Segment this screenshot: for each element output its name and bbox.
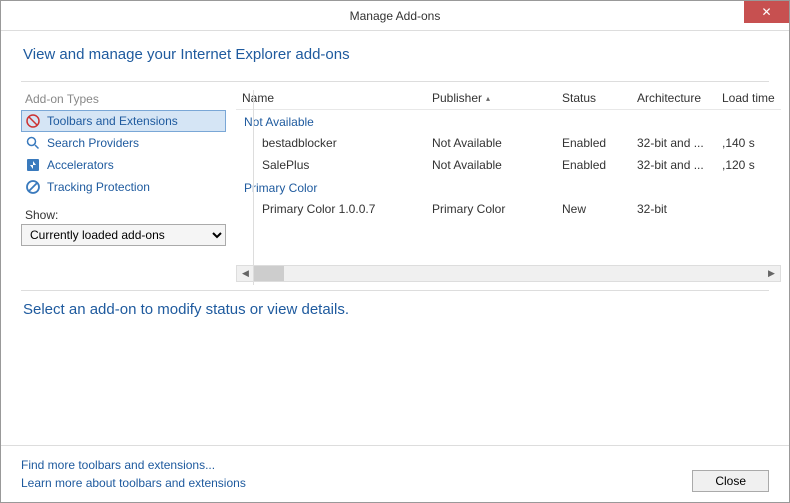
cell-architecture: 32-bit and ... bbox=[631, 134, 716, 152]
cell-architecture: 32-bit and ... bbox=[631, 156, 716, 174]
sidebar-item-label: Tracking Protection bbox=[47, 180, 150, 194]
sidebar-item-label: Accelerators bbox=[47, 158, 114, 172]
table-row[interactable]: bestadblocker Not Available Enabled 32-b… bbox=[236, 132, 781, 154]
sort-ascending-icon: ▴ bbox=[486, 94, 490, 103]
header: View and manage your Internet Explorer a… bbox=[1, 31, 789, 73]
cell-load-time bbox=[716, 200, 781, 218]
close-button[interactable]: Close bbox=[692, 470, 769, 492]
table-header: Name Publisher▴ Status Architecture Load… bbox=[236, 87, 781, 110]
sidebar-item-accelerators[interactable]: Accelerators bbox=[21, 154, 226, 176]
main-panel: Name Publisher▴ Status Architecture Load… bbox=[226, 82, 781, 282]
scroll-thumb[interactable] bbox=[254, 266, 284, 281]
column-publisher[interactable]: Publisher▴ bbox=[426, 87, 556, 109]
sidebar-item-label: Search Providers bbox=[47, 136, 139, 150]
group-header[interactable]: Primary Color bbox=[236, 176, 781, 198]
cell-load-time: ,140 s bbox=[716, 134, 781, 152]
accelerators-icon bbox=[25, 157, 41, 173]
vertical-divider bbox=[253, 90, 254, 285]
show-dropdown[interactable]: Currently loaded add-ons bbox=[21, 224, 226, 246]
table-row[interactable]: SalePlus Not Available Enabled 32-bit an… bbox=[236, 154, 781, 176]
column-status[interactable]: Status bbox=[556, 87, 631, 109]
cell-publisher: Not Available bbox=[426, 134, 556, 152]
toolbars-icon bbox=[25, 113, 41, 129]
show-label: Show: bbox=[21, 198, 226, 224]
column-load-time[interactable]: Load time bbox=[716, 87, 781, 109]
cell-status: Enabled bbox=[556, 156, 631, 174]
cell-status: New bbox=[556, 200, 631, 218]
close-icon: ✕ bbox=[761, 5, 771, 19]
addon-table: Name Publisher▴ Status Architecture Load… bbox=[236, 87, 781, 261]
sidebar-item-tracking-protection[interactable]: Tracking Protection bbox=[21, 176, 226, 198]
footer: Find more toolbars and extensions... Lea… bbox=[1, 445, 789, 502]
scroll-right-button[interactable]: ▶ bbox=[763, 266, 780, 281]
scroll-left-button[interactable]: ◀ bbox=[237, 266, 254, 281]
table-row[interactable]: Primary Color 1.0.0.7 Primary Color New … bbox=[236, 198, 781, 220]
horizontal-scrollbar[interactable]: ◀ ▶ bbox=[236, 265, 781, 282]
learn-more-link[interactable]: Learn more about toolbars and extensions bbox=[21, 474, 246, 492]
sidebar-item-label: Toolbars and Extensions bbox=[47, 114, 178, 128]
details-prompt: Select an add-on to modify status or vie… bbox=[1, 291, 789, 328]
column-architecture[interactable]: Architecture bbox=[631, 87, 716, 109]
sidebar-heading: Add-on Types bbox=[21, 90, 226, 110]
cell-name: SalePlus bbox=[236, 156, 426, 174]
footer-links: Find more toolbars and extensions... Lea… bbox=[21, 456, 246, 492]
cell-name: bestadblocker bbox=[236, 134, 426, 152]
cell-load-time: ,120 s bbox=[716, 156, 781, 174]
titlebar: Manage Add-ons ✕ bbox=[1, 1, 789, 31]
tracking-protection-icon bbox=[25, 179, 41, 195]
find-more-link[interactable]: Find more toolbars and extensions... bbox=[21, 456, 246, 474]
group-header[interactable]: Not Available bbox=[236, 110, 781, 132]
cell-architecture: 32-bit bbox=[631, 200, 716, 218]
cell-status: Enabled bbox=[556, 134, 631, 152]
sidebar-item-search-providers[interactable]: Search Providers bbox=[21, 132, 226, 154]
scroll-track[interactable] bbox=[254, 266, 763, 281]
cell-name: Primary Color 1.0.0.7 bbox=[236, 200, 426, 218]
window-close-button[interactable]: ✕ bbox=[744, 1, 789, 23]
window-title: Manage Add-ons bbox=[1, 9, 789, 23]
column-name[interactable]: Name bbox=[236, 87, 426, 109]
sidebar: Add-on Types Toolbars and Extensions Sea… bbox=[21, 82, 226, 282]
sidebar-item-toolbars-extensions[interactable]: Toolbars and Extensions bbox=[21, 110, 226, 132]
cell-publisher: Not Available bbox=[426, 156, 556, 174]
search-icon bbox=[25, 135, 41, 151]
page-title: View and manage your Internet Explorer a… bbox=[23, 46, 767, 63]
cell-publisher: Primary Color bbox=[426, 200, 556, 218]
